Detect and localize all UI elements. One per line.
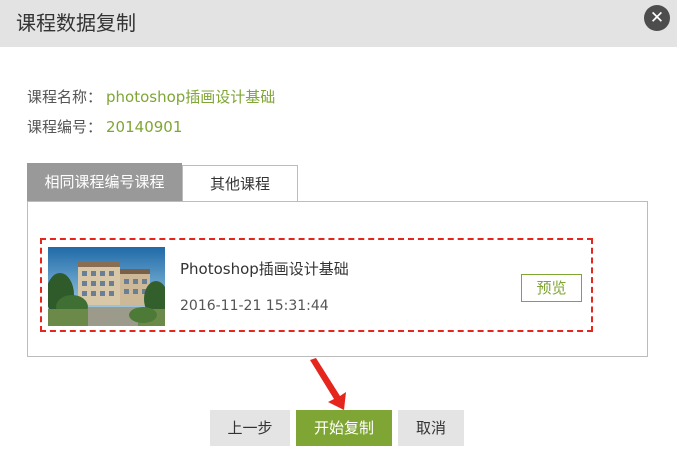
close-icon[interactable]: ✕ — [644, 5, 670, 31]
course-code-label: 课程编号： — [27, 118, 103, 136]
course-code-value: 20140901 — [106, 118, 183, 136]
dialog-titlebar: 课程数据复制 ✕ — [0, 0, 677, 47]
dialog-title: 课程数据复制 — [16, 11, 136, 35]
course-item-timestamp: 2016-11-21 15:31:44 — [180, 298, 329, 314]
red-arrow-icon — [310, 358, 346, 410]
course-thumbnail — [48, 247, 165, 326]
course-item-title: Photoshop插画设计基础 — [180, 260, 349, 278]
course-name-row: 课程名称： photoshop插画设计基础 — [27, 86, 275, 108]
cancel-button[interactable]: 取消 — [398, 410, 464, 446]
preview-button[interactable]: 预览 — [521, 274, 582, 302]
tab-other-courses[interactable]: 其他课程 — [182, 165, 298, 201]
course-name-value: photoshop插画设计基础 — [106, 88, 276, 106]
course-list-item[interactable]: Photoshop插画设计基础 2016-11-21 15:31:44 预览 — [40, 238, 593, 332]
start-copy-button[interactable]: 开始复制 — [296, 410, 392, 446]
prev-step-button[interactable]: 上一步 — [210, 410, 290, 446]
tab-same-course-code[interactable]: 相同课程编号课程 — [27, 163, 182, 201]
course-name-label: 课程名称： — [27, 88, 103, 106]
course-code-row: 课程编号： 20140901 — [27, 116, 182, 138]
